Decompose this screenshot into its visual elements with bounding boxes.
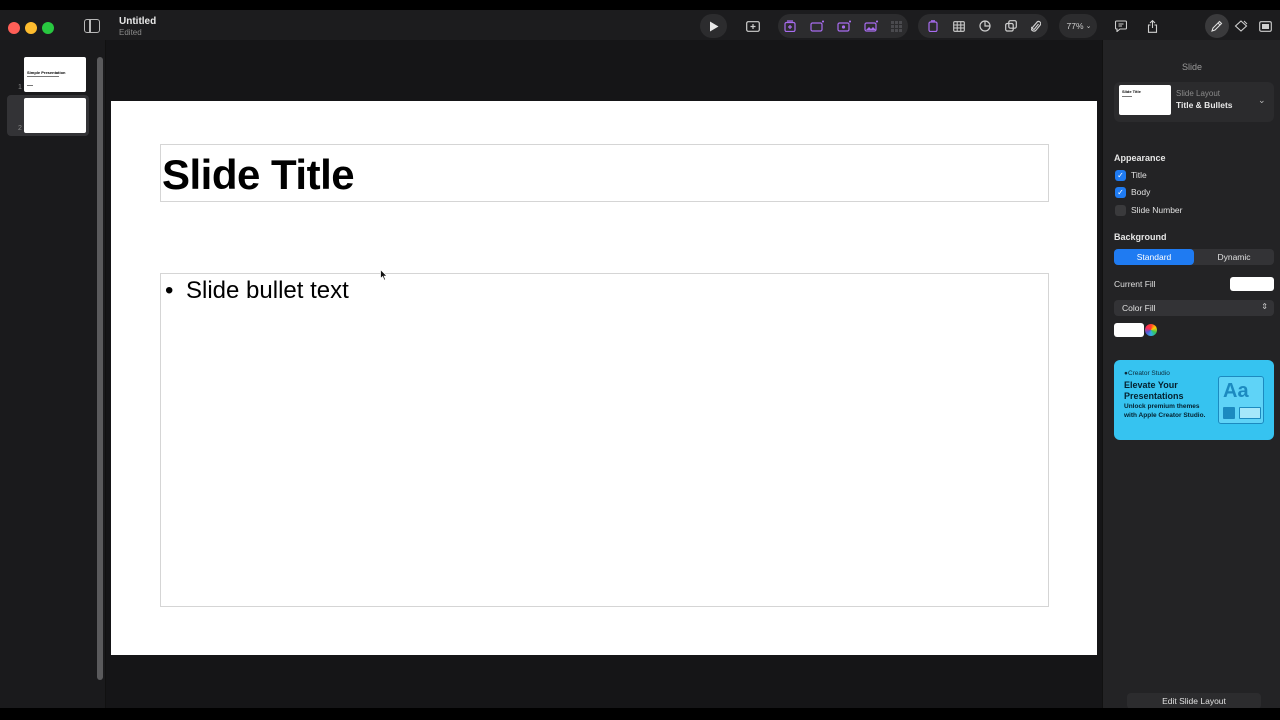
- slide-layout-picker[interactable]: Slide Title Slide Layout Title & Bullets…: [1114, 82, 1274, 122]
- slide-title[interactable]: Slide Title: [162, 151, 355, 199]
- table-icon[interactable]: [951, 16, 967, 36]
- slide-thumbnail-1[interactable]: Simple Presentation: [24, 57, 86, 92]
- slide-number-2: 2: [18, 125, 22, 132]
- slide-inspector: Slide Slide Title Slide Layout Title & B…: [1102, 40, 1280, 708]
- document-status: Edited: [119, 28, 142, 37]
- inspector-tab-slide[interactable]: Slide: [1103, 62, 1280, 72]
- thumbnail-subtitle-line: [27, 76, 59, 77]
- animate-panel-icon[interactable]: [1233, 16, 1249, 36]
- promo-art-card: [1239, 407, 1261, 419]
- navigator-scrollbar[interactable]: [97, 57, 103, 680]
- background-standard-button[interactable]: Standard: [1114, 249, 1194, 265]
- checkmark-icon[interactable]: ✓: [1115, 169, 1126, 181]
- edit-slide-layout-button[interactable]: Edit Slide Layout: [1127, 693, 1261, 708]
- chevron-down-icon: ⌄: [1085, 23, 1092, 30]
- checkbox-label: Title: [1131, 170, 1147, 180]
- layout-thumbnail-title: Slide Title: [1122, 89, 1141, 94]
- slide-layout-label: Slide Layout: [1176, 89, 1221, 98]
- document-title[interactable]: Untitled: [119, 16, 156, 27]
- slide-thumbnail-2[interactable]: [24, 98, 86, 133]
- color-wheel-icon[interactable]: [1145, 324, 1157, 336]
- bullet-item[interactable]: Slide bullet text: [186, 277, 349, 305]
- play-icon[interactable]: [707, 16, 721, 36]
- layout-thumbnail-line: [1122, 96, 1132, 97]
- layout-thumbnail: Slide Title: [1119, 85, 1171, 115]
- background-segmented-control: Standard Dynamic: [1114, 249, 1274, 265]
- grid-icon: [889, 16, 903, 36]
- slide-number-1: 1: [18, 84, 22, 91]
- thumbnail-body-line: [27, 85, 33, 86]
- minimize-window-button[interactable]: [25, 22, 37, 34]
- appearance-heading: Appearance: [1114, 153, 1166, 163]
- slide-canvas: Slide Title • Slide bullet text: [106, 40, 1102, 708]
- thumbnail-title: Simple Presentation: [27, 70, 66, 75]
- appearance-slide-number-checkbox[interactable]: Slide Number: [1115, 204, 1183, 216]
- current-fill-swatch[interactable]: [1230, 277, 1274, 291]
- build-in-icon[interactable]: [808, 16, 826, 36]
- layers-icon[interactable]: [1003, 16, 1019, 36]
- chevron-down-icon[interactable]: ⌄: [1258, 95, 1266, 106]
- zoom-level[interactable]: 77% ⌄: [1064, 16, 1094, 36]
- promo-art-text: Aa: [1223, 380, 1249, 402]
- build-out-icon[interactable]: [835, 16, 853, 36]
- appearance-body-checkbox[interactable]: ✓ Body: [1115, 186, 1150, 198]
- mouse-pointer-icon: [380, 268, 388, 286]
- background-dynamic-button[interactable]: Dynamic: [1194, 249, 1274, 265]
- promo-brand: ●Creator Studio: [1124, 370, 1170, 377]
- promo-theme-icon: Aa: [1218, 376, 1264, 424]
- zoom-value: 77%: [1066, 21, 1084, 31]
- share-icon[interactable]: [1144, 16, 1160, 36]
- checkmark-icon[interactable]: ✓: [1115, 186, 1126, 198]
- zoom-window-button[interactable]: [42, 22, 54, 34]
- shape-icon[interactable]: [926, 16, 940, 36]
- checkbox-label: Slide Number: [1131, 205, 1183, 215]
- animate-icon[interactable]: [782, 16, 798, 36]
- slide-navigator: Simple Presentation 1 2: [0, 40, 106, 708]
- background-heading: Background: [1114, 232, 1167, 242]
- format-icon[interactable]: [1209, 16, 1225, 36]
- fill-type-select[interactable]: Color Fill ⇕: [1114, 300, 1274, 316]
- promo-brand-text: Creator Studio: [1127, 370, 1170, 377]
- comment-icon[interactable]: [1113, 16, 1129, 36]
- chart-icon[interactable]: [977, 16, 993, 36]
- creator-studio-promo[interactable]: ●Creator Studio Elevate Your Presentatio…: [1114, 360, 1274, 440]
- title-placeholder[interactable]: Slide Title: [160, 144, 1049, 202]
- promo-art-image: [1223, 407, 1235, 419]
- appearance-title-checkbox[interactable]: ✓ Title: [1115, 169, 1147, 181]
- chevron-updown-icon: ⇕: [1261, 302, 1268, 311]
- fill-type-value: Color Fill: [1122, 303, 1156, 313]
- promo-title: Elevate Your Presentations: [1124, 380, 1184, 401]
- fill-color-well[interactable]: [1114, 323, 1144, 337]
- add-slide-icon[interactable]: [744, 16, 762, 36]
- unchecked-box-icon[interactable]: [1115, 204, 1126, 216]
- media-icon[interactable]: [862, 16, 880, 36]
- body-placeholder[interactable]: • Slide bullet text: [160, 273, 1049, 607]
- checkbox-label: Body: [1131, 187, 1151, 197]
- keynote-window: Untitled Edited 77% ⌄ Simple Presentatio…: [0, 10, 1280, 708]
- slide-layout-value: Title & Bullets: [1176, 100, 1233, 110]
- promo-text: Unlock premium themes with Apple Creator…: [1124, 403, 1206, 419]
- close-window-button[interactable]: [8, 22, 20, 34]
- current-fill-label: Current Fill: [1114, 279, 1156, 289]
- attachment-icon[interactable]: [1028, 16, 1044, 36]
- document-icon[interactable]: [1257, 16, 1273, 36]
- sidebar-toggle-icon[interactable]: [84, 19, 100, 33]
- slide[interactable]: Slide Title • Slide bullet text: [111, 101, 1097, 655]
- bullet-marker: •: [165, 277, 174, 304]
